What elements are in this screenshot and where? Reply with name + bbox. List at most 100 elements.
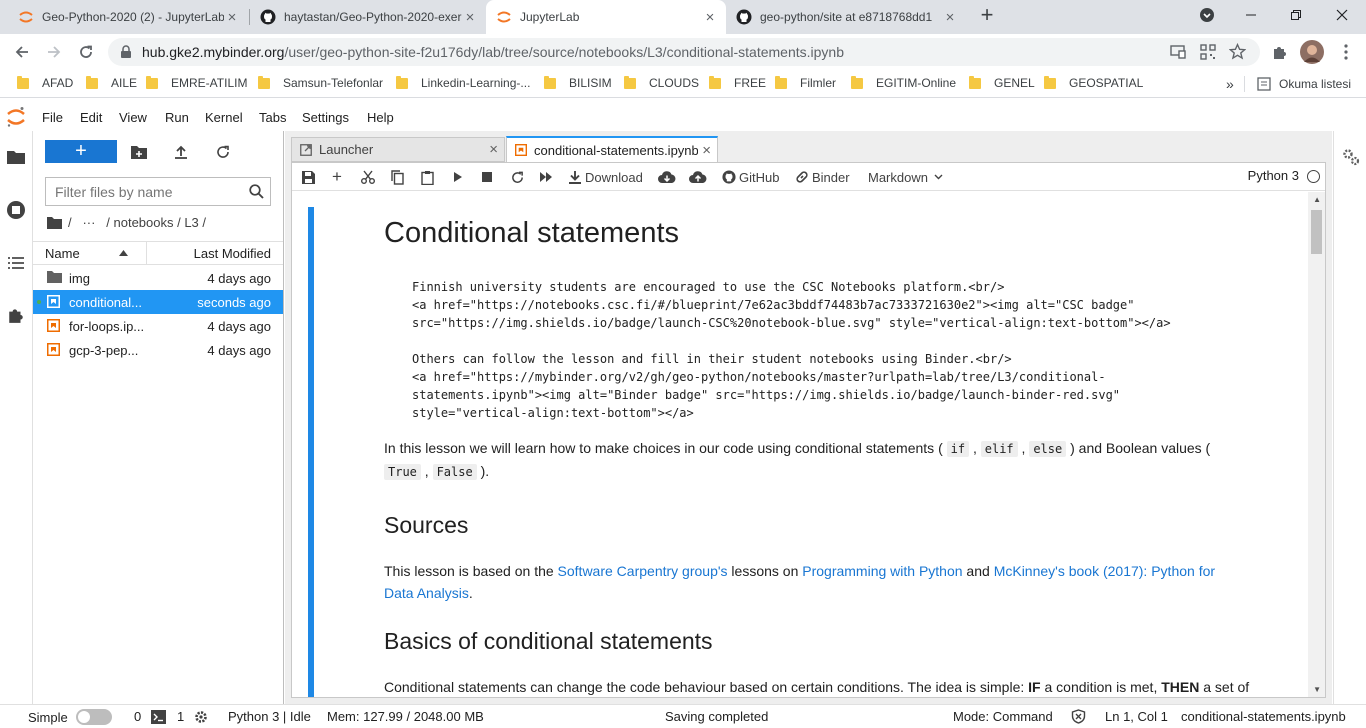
breadcrumb-path[interactable]: / ··· / notebooks / L3 /: [68, 215, 206, 230]
restart-icon[interactable]: [511, 168, 524, 186]
tab-launcher[interactable]: Launcher ×: [291, 137, 505, 162]
paste-icon[interactable]: [421, 168, 434, 186]
scrollbar[interactable]: ▲ ▼: [1308, 192, 1325, 697]
bookmark-geospatial[interactable]: GEOSPATIAL: [1044, 75, 1143, 90]
bookmark-aile[interactable]: AILE: [86, 75, 137, 90]
file-row-conditional[interactable]: conditional... seconds ago: [33, 290, 283, 314]
browser-tab-haytastan[interactable]: haytastan/Geo-Python-2020-exercises ×: [250, 0, 486, 34]
kebab-menu-icon[interactable]: [1334, 40, 1358, 64]
save-icon[interactable]: [302, 168, 315, 186]
cloud-upload-icon[interactable]: [689, 168, 707, 186]
upload-icon[interactable]: [172, 143, 190, 161]
menu-run[interactable]: Run: [165, 110, 189, 125]
trusted-shield-icon[interactable]: [1071, 709, 1086, 724]
bookmarks-overflow-button[interactable]: »: [1226, 76, 1234, 92]
bookmark-linkedin-learning[interactable]: Linkedin-Learning-...: [396, 75, 530, 90]
simple-mode-toggle[interactable]: Simple: [28, 709, 112, 725]
close-icon[interactable]: ×: [702, 142, 711, 159]
insert-cell-icon[interactable]: +: [332, 167, 342, 186]
close-window-icon[interactable]: [1320, 0, 1364, 30]
bookmark-emre-atilim[interactable]: EMRE-ATILIM: [146, 75, 247, 90]
bookmark-filmler[interactable]: Filmler: [775, 75, 836, 90]
tab-search-icon[interactable]: [1185, 0, 1229, 30]
menu-edit[interactable]: Edit: [80, 110, 102, 125]
terminals-count[interactable]: 0: [134, 709, 167, 724]
minimize-icon[interactable]: [1229, 0, 1273, 30]
bookmark-clouds[interactable]: CLOUDS: [624, 75, 699, 90]
kernel-name[interactable]: Python 3: [1248, 168, 1299, 183]
bookmark-samsun-telefonlar[interactable]: Samsun-Telefonlar: [258, 75, 383, 90]
refresh-icon[interactable]: [214, 143, 232, 161]
file-browser-folder-icon[interactable]: [5, 146, 27, 168]
reading-list[interactable]: Okuma listesi: [1244, 76, 1351, 92]
file-row-for-loops[interactable]: for-loops.ip... 4 days ago: [33, 314, 283, 338]
bookmark-afad[interactable]: AFAD: [17, 75, 73, 90]
browser-tab-jupyterlab[interactable]: JupyterLab ×: [486, 0, 726, 34]
download-button[interactable]: Download: [568, 168, 643, 186]
stop-icon[interactable]: [482, 168, 492, 186]
kernels-count[interactable]: 1: [177, 709, 208, 724]
browser-tab-geo-python-site[interactable]: geo-python/site at e8718768dd1 ×: [726, 0, 966, 34]
copy-icon[interactable]: [391, 168, 404, 186]
cast-icon[interactable]: [1170, 45, 1186, 59]
avatar[interactable]: [1300, 40, 1324, 64]
home-folder-icon[interactable]: [47, 216, 62, 229]
scroll-down-icon[interactable]: ▼: [1313, 685, 1321, 694]
file-filter-input[interactable]: [46, 178, 236, 205]
address-bar[interactable]: hub.gke2.mybinder.org/user/geo-python-si…: [108, 38, 1260, 66]
bookmark-free[interactable]: FREE: [709, 75, 766, 90]
file-row-gcp-3-pep[interactable]: gcp-3-pep... 4 days ago: [33, 338, 283, 362]
qr-code-icon[interactable]: [1200, 44, 1216, 60]
link-programming-with-python[interactable]: Programming with Python: [802, 563, 962, 579]
github-button[interactable]: GitHub: [722, 168, 779, 186]
close-icon[interactable]: ×: [702, 9, 718, 26]
close-icon[interactable]: ×: [489, 141, 498, 158]
new-tab-button[interactable]: +: [976, 4, 998, 27]
forward-arrow-icon[interactable]: [42, 40, 66, 64]
menu-view[interactable]: View: [119, 110, 147, 125]
toggle-switch[interactable]: [75, 709, 112, 725]
bookmark-bilisim[interactable]: BILISIM: [544, 75, 612, 90]
scroll-up-icon[interactable]: ▲: [1313, 195, 1321, 204]
menu-kernel[interactable]: Kernel: [205, 110, 243, 125]
reload-icon[interactable]: [74, 40, 98, 64]
extensions-puzzle-icon[interactable]: [1268, 40, 1292, 64]
file-row-img[interactable]: img 4 days ago: [33, 266, 283, 290]
new-launcher-button[interactable]: +: [45, 140, 117, 163]
close-icon[interactable]: ×: [224, 9, 240, 26]
folder-icon: [969, 75, 981, 89]
column-name[interactable]: Name: [45, 246, 80, 261]
back-arrow-icon[interactable]: [10, 40, 34, 64]
run-icon[interactable]: [453, 168, 463, 186]
cursor-position[interactable]: Ln 1, Col 1: [1105, 709, 1168, 724]
close-icon[interactable]: ×: [942, 9, 958, 26]
bookmark-egitim-online[interactable]: EGITIM-Online: [851, 75, 956, 90]
restore-icon[interactable]: [1274, 0, 1318, 30]
bookmark-genel[interactable]: GENEL: [969, 75, 1035, 90]
new-folder-icon[interactable]: [130, 143, 148, 161]
tab-conditional-statements[interactable]: conditional-statements.ipynb ×: [506, 136, 718, 162]
menu-tabs[interactable]: Tabs: [259, 110, 286, 125]
column-last-modified[interactable]: Last Modified: [194, 246, 271, 261]
extension-manager-puzzle-icon[interactable]: [5, 304, 27, 326]
file-filter-field[interactable]: [45, 177, 271, 206]
cut-icon[interactable]: [361, 168, 375, 186]
link-software-carpentry[interactable]: Software Carpentry group's: [558, 563, 728, 579]
scrollbar-thumb[interactable]: [1311, 210, 1322, 254]
cell-collapser[interactable]: [308, 207, 314, 697]
binder-button[interactable]: Binder: [795, 168, 850, 186]
bookmark-star-icon[interactable]: [1229, 43, 1246, 60]
menu-help[interactable]: Help: [367, 110, 394, 125]
menu-settings[interactable]: Settings: [302, 110, 349, 125]
cloud-download-icon[interactable]: [658, 168, 676, 186]
close-icon[interactable]: ×: [462, 9, 478, 26]
cell-type-select[interactable]: Markdown: [868, 168, 943, 186]
kernel-state[interactable]: Python 3 | Idle: [228, 709, 311, 724]
running-stop-icon[interactable]: [5, 199, 27, 221]
folder-icon: [1044, 75, 1056, 89]
command-palette-list-icon[interactable]: [5, 252, 27, 274]
browser-tab-geo-python-2020[interactable]: Geo-Python-2020 (2) - JupyterLab ×: [8, 0, 248, 34]
menu-file[interactable]: File: [42, 110, 63, 125]
property-inspector-gears-icon[interactable]: [1342, 148, 1360, 166]
fast-forward-icon[interactable]: [540, 168, 553, 186]
